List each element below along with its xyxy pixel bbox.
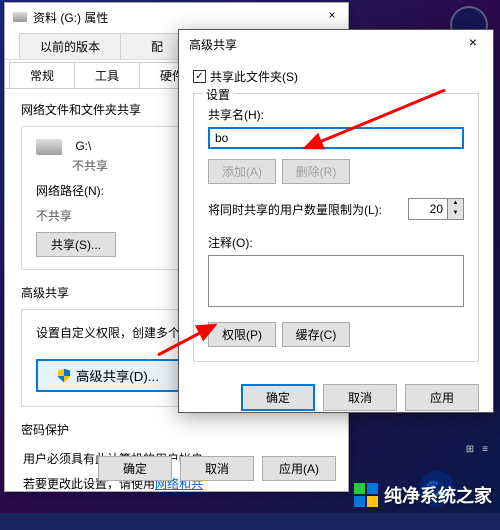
advanced-sharing-label: 高级共享(D)... [76,366,159,385]
user-limit-spinner[interactable]: ▲▼ [408,198,464,220]
watermark: 纯净系统之家 [354,482,492,508]
user-limit-row: 将同时共享的用户数量限制为(L): ▲▼ [208,198,464,220]
sharename-input[interactable] [208,127,464,149]
section-password-protect: 密码保护 [21,421,332,438]
advanced-sharing-body: ✓ 共享此文件夹(S) 设置 共享名(H): 添加(A) 删除(R) 将同时共享… [179,58,493,374]
permissions-button[interactable]: 权限(P) [208,322,276,347]
properties-buttons: 确定 取消 应用(A) [98,456,336,481]
share-button[interactable]: 共享(S)... [36,232,116,257]
share-folder-label: 共享此文件夹(S) [210,68,298,85]
advanced-sharing-title-text: 高级共享 [189,36,237,53]
spin-down-icon[interactable]: ▼ [448,209,463,219]
desktop-status-icons: ⊞ ≡ [466,444,488,455]
spin-up-icon[interactable]: ▲ [448,199,463,209]
tab-tools[interactable]: 工具 [74,62,140,88]
apply-button[interactable]: 应用 [405,384,479,411]
close-icon[interactable]: × [322,7,342,25]
add-button[interactable]: 添加(A) [208,159,276,184]
tab-previous-versions[interactable]: 以前的版本 [19,33,121,59]
user-limit-input[interactable] [409,199,447,219]
cancel-button[interactable]: 取消 [180,456,254,481]
spinner-buttons[interactable]: ▲▼ [447,199,463,219]
user-limit-label: 将同时共享的用户数量限制为(L): [208,201,382,218]
drive-big-icon [36,139,62,155]
sharename-label: 共享名(H): [208,106,464,123]
tab-general[interactable]: 常规 [9,62,75,88]
add-remove-row: 添加(A) 删除(R) [208,159,464,184]
drive-letter: G:\ [75,139,91,153]
advanced-sharing-window: 高级共享 × ✓ 共享此文件夹(S) 设置 共享名(H): 添加(A) 删除(R… [178,29,494,413]
comment-label: 注释(O): [208,234,464,251]
drive-icon [13,12,27,22]
watermark-text: 纯净系统之家 [384,482,492,508]
close-icon[interactable]: × [455,32,491,54]
properties-titlebar[interactable]: 资料 (G:) 属性 × [5,3,348,31]
apply-button[interactable]: 应用(A) [262,456,336,481]
perm-cache-row: 权限(P) 缓存(C) [208,322,464,347]
share-folder-checkbox[interactable]: ✓ [193,70,206,83]
ok-button[interactable]: 确定 [98,456,172,481]
ok-button[interactable]: 确定 [241,384,315,411]
comment-textarea[interactable] [208,255,464,307]
advanced-sharing-titlebar[interactable]: 高级共享 × [179,30,493,58]
advanced-sharing-buttons: 确定 取消 应用 [179,374,493,411]
cache-button[interactable]: 缓存(C) [282,322,350,347]
grid-view-icon[interactable]: ⊞ [466,444,474,455]
shield-icon [58,369,70,383]
settings-group: 设置 共享名(H): 添加(A) 删除(R) 将同时共享的用户数量限制为(L):… [193,93,479,362]
watermark-logo-icon [354,483,378,507]
settings-legend: 设置 [202,86,234,103]
advanced-sharing-button[interactable]: 高级共享(D)... [36,359,181,392]
remove-button[interactable]: 删除(R) [282,159,350,184]
list-view-icon[interactable]: ≡ [482,444,488,455]
cancel-button[interactable]: 取消 [323,384,397,411]
share-folder-row[interactable]: ✓ 共享此文件夹(S) [193,68,479,85]
properties-title-text: 资料 (G:) 属性 [33,9,108,26]
